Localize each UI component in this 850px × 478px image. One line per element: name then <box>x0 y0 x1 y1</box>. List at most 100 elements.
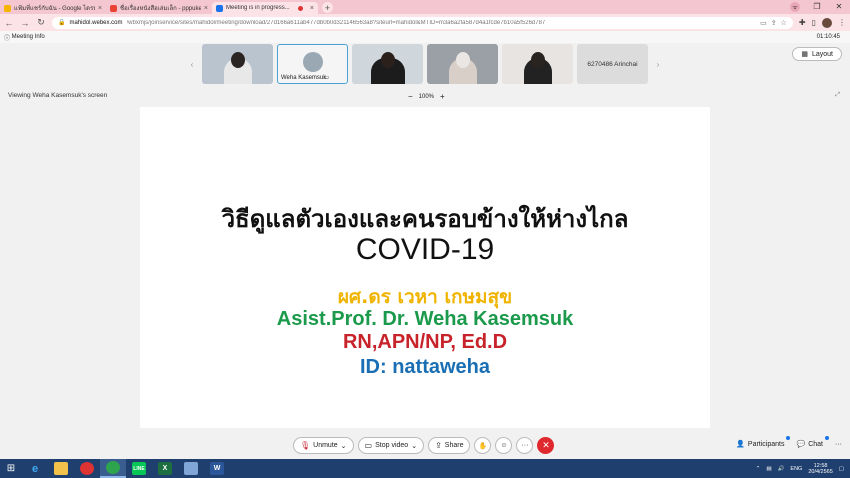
browser-tab-strip: แฟ้มที่แชร์กับฉัน - Google ไดรฟ์ × ชื่อเ… <box>0 0 850 14</box>
pop-out-icon[interactable]: ⤢ <box>835 92 840 99</box>
viewing-label: Viewing Weha Kasemsuk's screen <box>8 92 108 99</box>
browser-tab-drive[interactable]: แฟ้มที่แชร์กับฉัน - Google ไดรฟ์ × <box>0 2 106 14</box>
participant-face <box>380 52 395 68</box>
notification-dot <box>825 436 829 440</box>
browser-menu-icon[interactable]: ⋮ <box>838 18 846 27</box>
participants-icon: 👤 <box>736 441 745 448</box>
participant-video-tile[interactable] <box>352 44 423 84</box>
browser-tab-gmail[interactable]: ชื่อเรื่องหนังสือเล่มเล็ก - pppukermm@g … <box>106 2 212 14</box>
windows-start-icon[interactable]: ⊞ <box>0 459 22 478</box>
lock-icon: 🔒 <box>58 20 66 26</box>
word-icon: W <box>210 462 224 475</box>
chevron-down-icon[interactable]: ⌄ <box>411 442 417 450</box>
participant-name: 6270486 Arinchai <box>587 60 638 68</box>
meeting-info-button[interactable]: Meeting Info <box>12 34 45 40</box>
close-tab-icon[interactable]: × <box>98 5 102 12</box>
presenter-credentials: RN,APN/NP, Ed.D <box>342 331 508 353</box>
raise-hand-button[interactable]: ✋ <box>474 437 492 454</box>
raise-hand-icon: ✋ <box>478 442 488 450</box>
taskbar-explorer[interactable] <box>48 459 74 478</box>
close-tab-icon[interactable]: × <box>204 5 208 12</box>
chevron-right-icon[interactable]: › <box>652 60 664 69</box>
chrome-icon <box>80 462 94 475</box>
more-icon: ··· <box>835 440 842 448</box>
microphone-muted-icon: 🎙 <box>300 441 311 450</box>
network-icon[interactable]: ▤ <box>766 466 771 472</box>
chat-button[interactable]: 💬 Chat <box>796 436 829 448</box>
more-options-button[interactable]: ··· <box>516 437 534 454</box>
side-panel-controls: 👤 Participants 💬 Chat ··· <box>736 436 842 448</box>
share-button[interactable]: ⇪ Share <box>428 437 471 454</box>
taskbar-line[interactable]: LINE <box>126 459 152 478</box>
browser-tab-webex[interactable]: Meeting is in progress... × <box>212 2 318 14</box>
participant-video-tile-active[interactable]: Weha Kasemsuk ▭ <box>277 44 348 84</box>
tab-title: แฟ้มที่แชร์กับฉัน - Google ไดรฟ์ <box>14 6 95 12</box>
tab-title: ชื่อเรื่องหนังสือเล่มเล็ก - pppukermm@g <box>120 6 201 12</box>
taskbar-chrome-active[interactable] <box>100 459 126 478</box>
zoom-control: − 100% + <box>408 92 445 101</box>
taskbar-excel[interactable]: X <box>152 459 178 478</box>
folder-icon <box>54 462 68 475</box>
participant-face <box>230 52 245 68</box>
chevron-left-icon[interactable]: ‹ <box>186 60 198 69</box>
participants-button[interactable]: 👤 Participants <box>736 436 791 448</box>
participants-label: Participants <box>747 440 785 448</box>
new-tab-button[interactable]: + <box>322 2 333 13</box>
tray-overflow-icon[interactable]: ⌃ <box>756 466 761 472</box>
volume-icon[interactable]: 🔊 <box>778 466 785 472</box>
chat-bubble-icon: 💬 <box>796 441 806 448</box>
extensions-icon[interactable]: ✚ <box>799 18 806 27</box>
profile-avatar[interactable] <box>822 17 832 28</box>
recording-indicator-icon <box>297 5 303 11</box>
participant-video-tile[interactable] <box>502 44 573 84</box>
more-panels-button[interactable]: ··· <box>835 441 842 448</box>
participant-name: Weha Kasemsuk <box>281 75 327 81</box>
input-language[interactable]: ENG <box>790 466 802 472</box>
participant-video-strip: ‹ Weha Kasemsuk ▭ 6270486 Arinchai › <box>186 44 664 84</box>
maximize-icon[interactable]: ❐ <box>806 0 828 12</box>
smiley-icon: ☺ <box>500 442 508 449</box>
zoom-in-button[interactable]: + <box>440 92 445 101</box>
gmail-favicon-icon <box>110 4 117 12</box>
side-panel-icon[interactable]: ▯ <box>812 18 816 27</box>
system-clock[interactable]: 12:58 20/4/2565 <box>808 463 832 475</box>
info-icon[interactable]: ⓘ <box>4 33 12 42</box>
close-icon: ✕ <box>542 440 550 450</box>
reload-icon[interactable]: ↻ <box>36 17 46 28</box>
share-screen-icon: ⇪ <box>435 441 442 450</box>
share-label: Share <box>444 442 464 449</box>
chevron-down-icon[interactable]: ⌄ <box>341 442 347 450</box>
taskbar-ie[interactable]: e <box>22 459 48 478</box>
paint-icon <box>184 462 198 475</box>
unmute-button[interactable]: 🎙 Unmute ⌄ <box>293 437 354 454</box>
url-input[interactable]: 🔒 mahidol.webex.com/wbxmjs/joinservice/s… <box>52 16 793 29</box>
taskbar-word[interactable]: W <box>204 459 230 478</box>
layout-icon: ▦ <box>801 51 808 58</box>
participant-video-tile[interactable] <box>202 44 273 84</box>
meeting-controls: 🎙 Unmute ⌄ ▭ Stop video ⌄ ⇪ Share ✋ ☺ ··… <box>293 437 555 454</box>
participant-video-tile[interactable] <box>427 44 498 84</box>
chat-label: Chat <box>808 440 823 448</box>
back-icon[interactable]: ← <box>4 18 14 28</box>
layout-button[interactable]: ▦ Layout <box>792 47 842 61</box>
bookmark-star-icon[interactable]: ☆ <box>781 19 787 27</box>
screen-share-icon: ▭ <box>323 75 329 81</box>
camera-permission-icon[interactable]: ▭ <box>760 19 767 27</box>
participant-name-tile[interactable]: 6270486 Arinchai <box>577 44 648 84</box>
taskbar-paint[interactable] <box>178 459 204 478</box>
meeting-timer: 01:10:45 <box>816 34 840 40</box>
share-page-icon[interactable]: ⇪ <box>771 19 777 27</box>
forward-icon[interactable]: → <box>20 18 30 28</box>
taskbar-chrome[interactable] <box>74 459 100 478</box>
leave-meeting-button[interactable]: ✕ <box>537 437 555 454</box>
more-icon: ··· <box>521 442 529 449</box>
reactions-button[interactable]: ☺ <box>495 437 513 454</box>
notifications-icon[interactable]: ▢ <box>839 466 844 472</box>
minimize-icon[interactable]: – <box>784 0 806 12</box>
internet-explorer-icon: e <box>31 462 39 475</box>
stop-video-button[interactable]: ▭ Stop video ⌄ <box>357 437 425 454</box>
close-window-icon[interactable]: ✕ <box>828 0 850 12</box>
zoom-out-button[interactable]: − <box>408 92 413 101</box>
close-tab-icon[interactable]: × <box>310 5 314 12</box>
notification-dot <box>786 436 791 440</box>
